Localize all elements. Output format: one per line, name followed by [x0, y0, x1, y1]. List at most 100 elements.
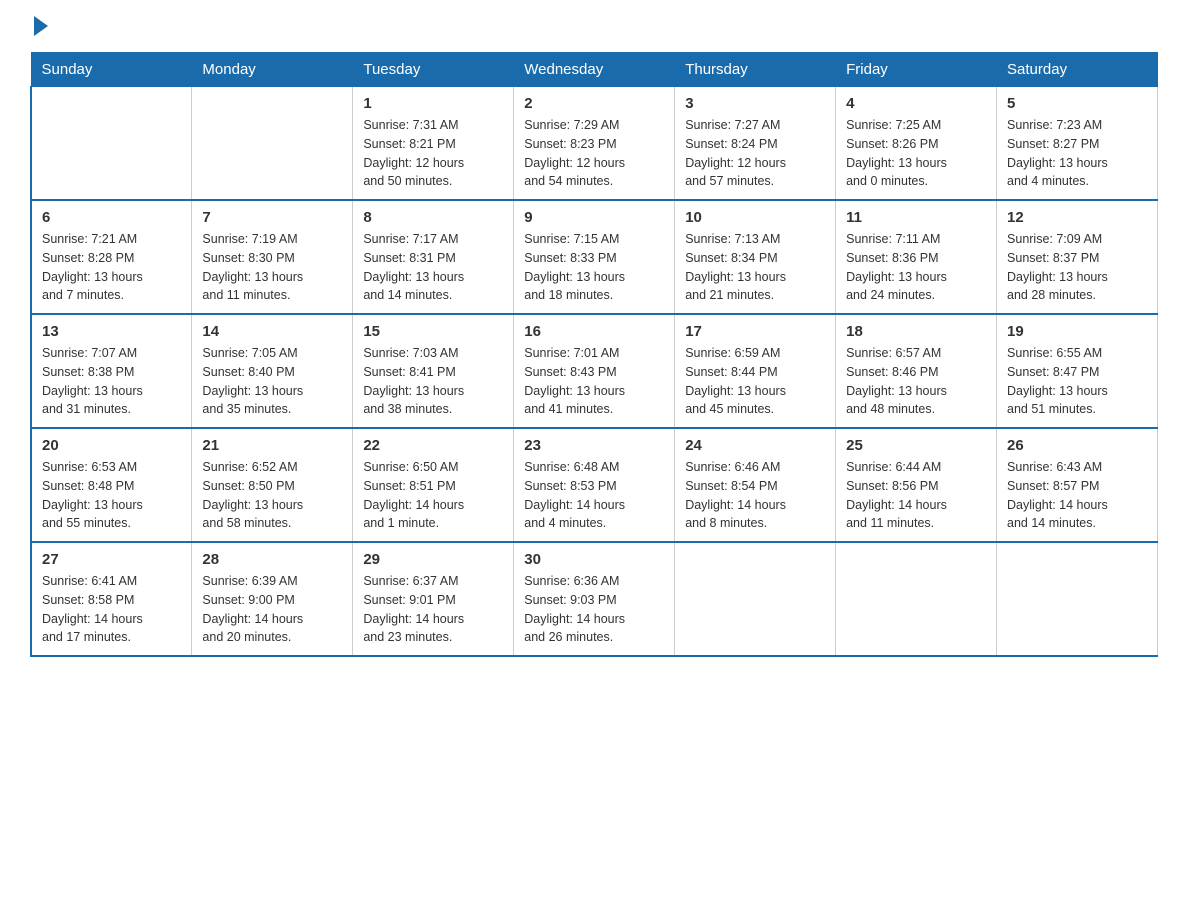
day-info: Sunrise: 7:03 AM Sunset: 8:41 PM Dayligh… — [363, 344, 503, 419]
day-info: Sunrise: 7:21 AM Sunset: 8:28 PM Dayligh… — [42, 230, 181, 305]
day-info: Sunrise: 7:01 AM Sunset: 8:43 PM Dayligh… — [524, 344, 664, 419]
day-info: Sunrise: 7:27 AM Sunset: 8:24 PM Dayligh… — [685, 116, 825, 191]
day-number: 25 — [846, 437, 986, 454]
day-number: 13 — [42, 323, 181, 340]
calendar-cell: 13Sunrise: 7:07 AM Sunset: 8:38 PM Dayli… — [31, 314, 192, 428]
calendar-cell: 29 Sunrise: 6:37 AM Sunset: 9:01 PM Dayli… — [353, 542, 514, 656]
calendar-cell: 15Sunrise: 7:03 AM Sunset: 8:41 PM Dayli… — [353, 314, 514, 428]
day-info: Sunrise: 6:59 AM Sunset: 8:44 PM Dayligh… — [685, 344, 825, 419]
day-info: Sunrise: 6:39 AM Sunset: 9:00 PM Dayligh… — [202, 572, 342, 647]
column-header-saturday: Saturday — [997, 53, 1158, 87]
calendar-cell: 20 Sunrise: 6:53 AM Sunset: 8:48 PM Dayli… — [31, 428, 192, 542]
calendar-cell: 9Sunrise: 7:15 AM Sunset: 8:33 PM Daylig… — [514, 200, 675, 314]
day-info: Sunrise: 7:09 AM Sunset: 8:37 PM Dayligh… — [1007, 230, 1147, 305]
day-info: Sunrise: 7:31 AM Sunset: 8:21 PM Dayligh… — [363, 116, 503, 191]
day-number: 4 — [846, 95, 986, 112]
calendar-week-row: 6 Sunrise: 7:21 AM Sunset: 8:28 PM Daylig… — [31, 200, 1158, 314]
day-number: 7 — [202, 209, 342, 226]
logo-arrow-icon — [34, 16, 48, 36]
day-number: 21 — [202, 437, 342, 454]
day-number: 30 — [524, 551, 664, 568]
day-info: Sunrise: 6:44 AM Sunset: 8:56 PM Dayligh… — [846, 458, 986, 533]
day-info: Sunrise: 7:25 AM Sunset: 8:26 PM Dayligh… — [846, 116, 986, 191]
day-number: 8 — [363, 209, 503, 226]
day-info: Sunrise: 6:55 AM Sunset: 8:47 PM Dayligh… — [1007, 344, 1147, 419]
calendar-cell: 23Sunrise: 6:48 AM Sunset: 8:53 PM Dayli… — [514, 428, 675, 542]
calendar-cell: 6 Sunrise: 7:21 AM Sunset: 8:28 PM Daylig… — [31, 200, 192, 314]
column-header-wednesday: Wednesday — [514, 53, 675, 87]
calendar-week-row: 13Sunrise: 7:07 AM Sunset: 8:38 PM Dayli… — [31, 314, 1158, 428]
calendar-cell — [192, 87, 353, 201]
calendar-cell: 17 Sunrise: 6:59 AM Sunset: 8:44 PM Dayli… — [675, 314, 836, 428]
day-number: 18 — [846, 323, 986, 340]
calendar-cell — [31, 87, 192, 201]
calendar-cell: 30Sunrise: 6:36 AM Sunset: 9:03 PM Dayli… — [514, 542, 675, 656]
day-info: Sunrise: 6:50 AM Sunset: 8:51 PM Dayligh… — [363, 458, 503, 533]
calendar-cell: 8 Sunrise: 7:17 AM Sunset: 8:31 PM Daylig… — [353, 200, 514, 314]
day-number: 28 — [202, 551, 342, 568]
calendar-cell: 12 Sunrise: 7:09 AM Sunset: 8:37 PM Dayli… — [997, 200, 1158, 314]
day-info: Sunrise: 6:41 AM Sunset: 8:58 PM Dayligh… — [42, 572, 181, 647]
day-number: 22 — [363, 437, 503, 454]
calendar-cell: 7 Sunrise: 7:19 AM Sunset: 8:30 PM Daylig… — [192, 200, 353, 314]
day-info: Sunrise: 6:37 AM Sunset: 9:01 PM Dayligh… — [363, 572, 503, 647]
column-header-monday: Monday — [192, 53, 353, 87]
day-number: 10 — [685, 209, 825, 226]
day-number: 3 — [685, 95, 825, 112]
day-number: 5 — [1007, 95, 1147, 112]
column-header-tuesday: Tuesday — [353, 53, 514, 87]
calendar-cell: 16 Sunrise: 7:01 AM Sunset: 8:43 PM Dayli… — [514, 314, 675, 428]
calendar-cell: 14Sunrise: 7:05 AM Sunset: 8:40 PM Dayli… — [192, 314, 353, 428]
day-number: 20 — [42, 437, 181, 454]
day-number: 24 — [685, 437, 825, 454]
day-info: Sunrise: 7:17 AM Sunset: 8:31 PM Dayligh… — [363, 230, 503, 305]
day-number: 1 — [363, 95, 503, 112]
day-number: 16 — [524, 323, 664, 340]
day-info: Sunrise: 6:52 AM Sunset: 8:50 PM Dayligh… — [202, 458, 342, 533]
day-number: 2 — [524, 95, 664, 112]
day-info: Sunrise: 7:11 AM Sunset: 8:36 PM Dayligh… — [846, 230, 986, 305]
calendar-cell: 4 Sunrise: 7:25 AM Sunset: 8:26 PM Daylig… — [836, 87, 997, 201]
day-number: 19 — [1007, 323, 1147, 340]
day-info: Sunrise: 7:13 AM Sunset: 8:34 PM Dayligh… — [685, 230, 825, 305]
day-number: 14 — [202, 323, 342, 340]
day-info: Sunrise: 6:57 AM Sunset: 8:46 PM Dayligh… — [846, 344, 986, 419]
calendar-cell: 25 Sunrise: 6:44 AM Sunset: 8:56 PM Dayli… — [836, 428, 997, 542]
day-number: 12 — [1007, 209, 1147, 226]
calendar-cell: 24 Sunrise: 6:46 AM Sunset: 8:54 PM Dayli… — [675, 428, 836, 542]
column-header-sunday: Sunday — [31, 53, 192, 87]
calendar-cell: 18 Sunrise: 6:57 AM Sunset: 8:46 PM Dayli… — [836, 314, 997, 428]
calendar-cell: 10 Sunrise: 7:13 AM Sunset: 8:34 PM Dayli… — [675, 200, 836, 314]
calendar-cell: 2Sunrise: 7:29 AM Sunset: 8:23 PM Daylig… — [514, 87, 675, 201]
calendar-cell: 19 Sunrise: 6:55 AM Sunset: 8:47 PM Dayli… — [997, 314, 1158, 428]
calendar-cell — [836, 542, 997, 656]
day-number: 17 — [685, 323, 825, 340]
calendar-cell: 28 Sunrise: 6:39 AM Sunset: 9:00 PM Dayli… — [192, 542, 353, 656]
day-info: Sunrise: 6:53 AM Sunset: 8:48 PM Dayligh… — [42, 458, 181, 533]
calendar-header-row: SundayMondayTuesdayWednesdayThursdayFrid… — [31, 53, 1158, 87]
day-number: 11 — [846, 209, 986, 226]
calendar-cell: 22 Sunrise: 6:50 AM Sunset: 8:51 PM Dayli… — [353, 428, 514, 542]
calendar-cell: 5 Sunrise: 7:23 AM Sunset: 8:27 PM Daylig… — [997, 87, 1158, 201]
calendar-table: SundayMondayTuesdayWednesdayThursdayFrid… — [30, 52, 1158, 657]
column-header-friday: Friday — [836, 53, 997, 87]
calendar-week-row: 1 Sunrise: 7:31 AM Sunset: 8:21 PM Daylig… — [31, 87, 1158, 201]
calendar-cell: 1 Sunrise: 7:31 AM Sunset: 8:21 PM Daylig… — [353, 87, 514, 201]
day-info: Sunrise: 7:19 AM Sunset: 8:30 PM Dayligh… — [202, 230, 342, 305]
calendar-cell: 21 Sunrise: 6:52 AM Sunset: 8:50 PM Dayli… — [192, 428, 353, 542]
day-number: 29 — [363, 551, 503, 568]
day-info: Sunrise: 7:23 AM Sunset: 8:27 PM Dayligh… — [1007, 116, 1147, 191]
day-info: Sunrise: 6:46 AM Sunset: 8:54 PM Dayligh… — [685, 458, 825, 533]
calendar-week-row: 20 Sunrise: 6:53 AM Sunset: 8:48 PM Dayli… — [31, 428, 1158, 542]
calendar-cell — [997, 542, 1158, 656]
calendar-cell: 26 Sunrise: 6:43 AM Sunset: 8:57 PM Dayli… — [997, 428, 1158, 542]
page-header — [30, 20, 1158, 32]
calendar-cell: 27 Sunrise: 6:41 AM Sunset: 8:58 PM Dayli… — [31, 542, 192, 656]
day-number: 6 — [42, 209, 181, 226]
day-number: 27 — [42, 551, 181, 568]
day-number: 23 — [524, 437, 664, 454]
day-number: 26 — [1007, 437, 1147, 454]
day-info: Sunrise: 6:43 AM Sunset: 8:57 PM Dayligh… — [1007, 458, 1147, 533]
day-info: Sunrise: 7:15 AM Sunset: 8:33 PM Dayligh… — [524, 230, 664, 305]
calendar-cell: 3 Sunrise: 7:27 AM Sunset: 8:24 PM Daylig… — [675, 87, 836, 201]
